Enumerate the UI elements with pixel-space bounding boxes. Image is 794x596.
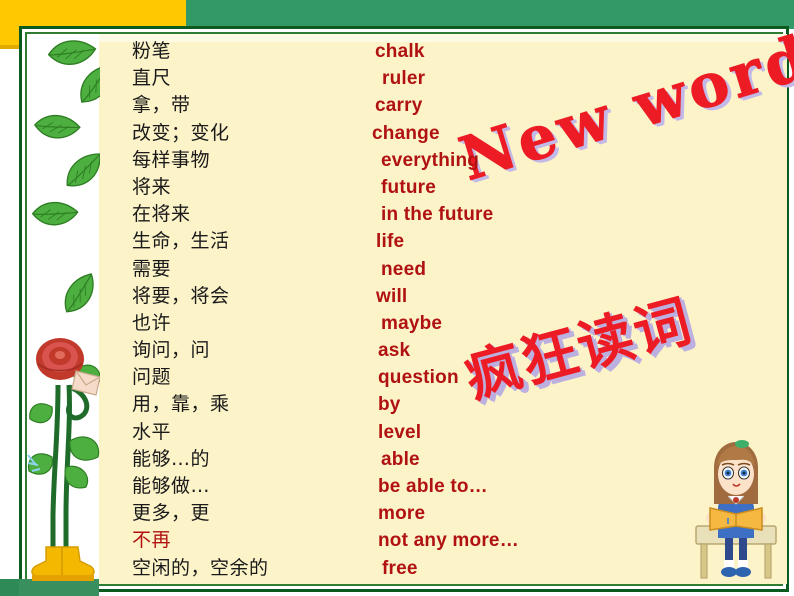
vocabulary-list: 粉笔 chalk 直尺 ruler 拿，带 carry 改变；变化 change 每样事物 eve… [132,38,562,582]
leaf-icon [66,153,100,187]
vocabulary-chinese: 更多，更 [132,502,211,525]
vocabulary-english: future [381,176,437,198]
vocabulary-english: need [381,258,427,280]
vocabulary-row: 也许 maybe [132,310,562,337]
vocabulary-row: 询问，问 ask [132,337,562,364]
vocabulary-chinese: 改变；变化 [132,121,230,144]
girl-reading-illustration [690,438,782,586]
vocabulary-row: 粉笔 chalk [132,38,562,65]
vocabulary-row: 需要 need [132,256,562,283]
vocabulary-row: 将来 future [132,174,562,201]
vocabulary-row: 问题 question [132,364,562,391]
vocabulary-chinese: 也许 [132,311,172,334]
vocabulary-chinese: 将来 [132,175,172,198]
vocabulary-english: by [378,394,401,416]
vocabulary-english: carry [375,95,423,117]
vocabulary-row: 拿，带 carry [132,92,562,119]
vocabulary-chinese: 用，靠，乘 [132,393,230,416]
vocabulary-row: 水平 level [132,419,562,446]
vocabulary-chinese: 空闲的，空余的 [132,556,269,579]
vocabulary-row: 生命，生活 life [132,228,562,255]
vocabulary-chinese: 问题 [132,366,172,389]
vocabulary-chinese: 粉笔 [132,40,172,62]
vocabulary-english: in the future [381,204,494,226]
vine-decoration [24,30,100,590]
vocabulary-english: able [381,448,420,470]
vocabulary-english: question [378,367,459,389]
vocabulary-english: not any more… [378,530,519,552]
vocabulary-english: more [378,503,426,525]
vocabulary-row: 空闲的，空余的 free [132,555,562,582]
slide-canvas: New words 疯狂读词 粉笔 chalk 直尺 ruler 拿，带 car… [0,0,794,596]
vocabulary-row: 在将来 in the future [132,201,562,228]
vocabulary-chinese: 水平 [132,420,172,443]
vocabulary-english: change [372,122,440,144]
vocabulary-english: be able to… [378,476,488,497]
vocabulary-chinese: 在将来 [132,203,191,226]
vocabulary-english: level [378,421,422,443]
vocabulary-row: 将要，将会 will [132,283,562,310]
vocabulary-chinese: 询问，问 [132,339,211,362]
vocabulary-row: 改变；变化 change [132,120,562,147]
vocabulary-chinese: 将要，将会 [132,284,230,307]
vocabulary-chinese: 每样事物 [132,148,211,171]
vocabulary-row: 更多，更 more [132,500,562,527]
vocabulary-english: will [376,285,408,307]
vocabulary-row: 能够做… be able to… [132,473,562,500]
vocabulary-chinese: 拿，带 [132,94,191,117]
vocabulary-row: 不再 not any more… [132,527,562,554]
vocabulary-english: everything [381,149,480,171]
vocabulary-english: ask [378,340,411,362]
vocabulary-chinese: 能够做… [132,475,211,497]
vocabulary-chinese: 生命，生活 [132,230,230,253]
vocabulary-row: 能够…的 able [132,446,562,473]
leaf-icon [33,115,81,139]
vocabulary-chinese: 能够…的 [132,447,211,470]
vocabulary-chinese: 直尺 [132,67,172,90]
vocabulary-english: maybe [381,312,443,334]
leaf-icon [31,201,79,226]
vocabulary-english: chalk [375,41,425,62]
vocabulary-row: 直尺 ruler [132,65,562,92]
vocabulary-english: ruler [382,68,426,90]
cartoon-rose-figure [27,338,100,581]
vocabulary-row: 每样事物 everything [132,147,562,174]
vocabulary-english: life [376,231,405,253]
vocabulary-english: free [382,557,418,579]
vocabulary-row: 用，靠，乘 by [132,391,562,418]
vocabulary-chinese: 需要 [132,257,172,280]
vocabulary-chinese: 不再 [132,529,172,552]
